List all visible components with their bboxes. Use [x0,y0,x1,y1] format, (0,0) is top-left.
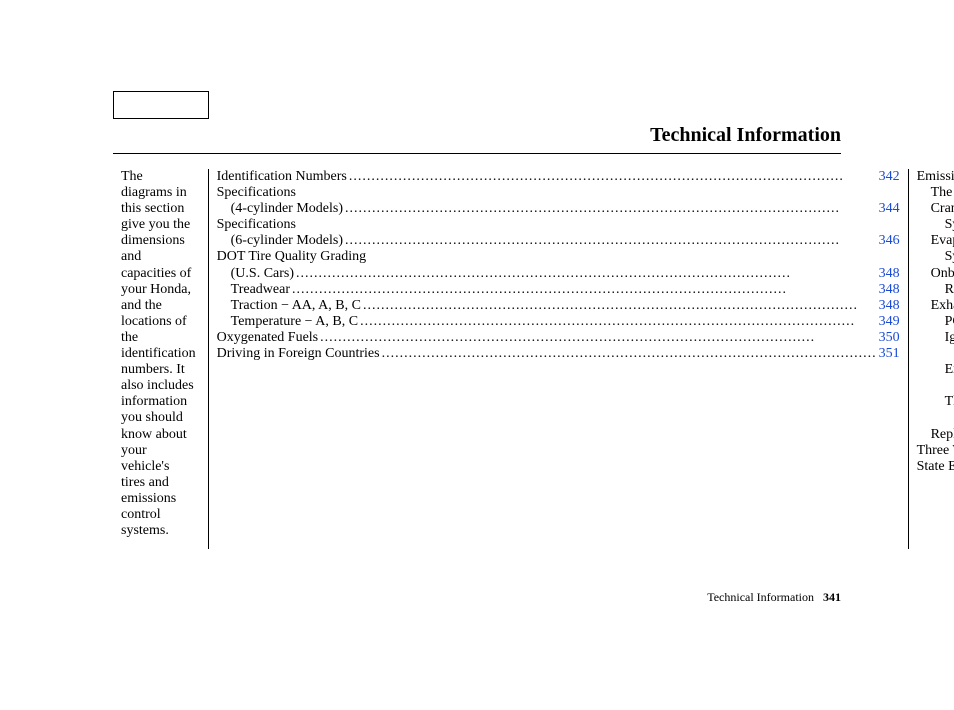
toc-label: Three Way Catalytic Converter [917,443,954,459]
toc-page-link[interactable]: 348 [879,282,900,298]
toc-label: Three Way Catalytic [917,394,954,410]
col-toc-1: Identification Numbers342Specifications(… [208,169,909,549]
toc-label: Oxygenated Fuels [217,330,318,346]
toc-entry: Traction − AA, A, B, C 348 [217,298,900,314]
toc-entry: (6-cylinder Models) 346 [217,233,900,249]
toc-label: PGM-FI System [917,314,954,330]
page-footer: Technical Information 341 [707,590,841,605]
toc-label: (EGR) System [917,378,954,394]
toc-entry: Oxygenated Fuels 350 [217,330,900,346]
toc-entry: State Emissions Testing355 [917,459,954,475]
toc-leader-dots [345,233,877,249]
toc-label: Emissions Controls [917,169,954,185]
toc-page-link[interactable]: 351 [879,346,900,362]
toc-label: Onboard Refueling Vapor [917,266,954,282]
toc-entry: Ignition Timing Control [917,330,954,346]
col-intro: The diagrams in this section give you th… [113,169,208,549]
toc-leader-dots [363,298,877,314]
toc-label: Temperature − A, B, C [217,314,358,330]
toc-leader-dots [292,282,877,298]
toc-page-link[interactable]: 350 [879,330,900,346]
toc-leader-dots [296,266,877,282]
toc-entry: (4-cylinder Models) 344 [217,201,900,217]
intro-paragraph: The diagrams in this section give you th… [121,169,200,539]
toc-entry: Temperature − A, B, C 349 [217,314,900,330]
toc-entry: Three Way Catalytic Converter354 [917,443,954,459]
toc-entry: Evaporative Emissions Control [917,233,954,249]
toc-entry: Specifications [217,217,900,233]
toc-entry: PGM-FI System353 [917,314,954,330]
toc-entry: DOT Tire Quality Grading [217,249,900,265]
toc-label: Crankcase Emissions Control [917,201,954,217]
toc-entry: Exhaust Emissions Controls353 [917,298,954,314]
toc-label: Specifications [217,185,296,201]
toc-entry: System352 [917,249,954,265]
toc-label: The Clean Air Act [917,185,954,201]
toc-entry: (EGR) System353 [917,378,954,394]
toc-label: Identification Numbers [217,169,347,185]
toc-entry: Recovery352 [917,282,954,298]
toc-page-link[interactable]: 346 [879,233,900,249]
toc-label: System [917,217,954,233]
toc-page-link[interactable]: 342 [879,169,900,185]
toc-entry: Specifications [217,185,900,201]
toc-entry: Driving in Foreign Countries 351 [217,346,900,362]
toc-label: Specifications [217,217,296,233]
toc-entry: Onboard Refueling Vapor [917,266,954,282]
toc-label: Driving in Foreign Countries [217,346,380,362]
toc-label: Evaporative Emissions Control [917,233,954,249]
toc-leader-dots [345,201,877,217]
toc-label: Traction − AA, A, B, C [217,298,361,314]
toc-entry: (U.S. Cars) 348 [217,266,900,282]
toc-label: State Emissions Testing [917,459,954,475]
toc-leader-dots [320,330,876,346]
decorative-box [113,91,209,119]
toc-entry: Crankcase Emissions Control [917,201,954,217]
toc-label: DOT Tire Quality Grading [217,249,366,265]
toc-page-link[interactable]: 348 [879,298,900,314]
toc-label: Replacement Parts [917,427,954,443]
toc-label: Exhaust Gas Recirculation [917,362,954,378]
toc-entry: Identification Numbers 342 [217,169,900,185]
toc-entry: Three Way Catalytic [917,394,954,410]
toc-entry: System353 [917,346,954,362]
toc-page-link[interactable]: 349 [879,314,900,330]
toc-leader-dots [349,169,877,185]
toc-entry: Emissions Controls352 [917,169,954,185]
footer-page-number: 341 [823,590,841,604]
toc-entry: Exhaust Gas Recirculation [917,362,954,378]
toc-leader-dots [360,314,876,330]
footer-section: Technical Information [707,590,814,604]
toc-entry: The Clean Air Act352 [917,185,954,201]
toc-entry: Converter353 [917,410,954,426]
toc-label: Recovery [917,282,954,298]
toc-entry: Replacement Parts353 [917,427,954,443]
toc-leader-dots [382,346,877,362]
toc-label: Ignition Timing Control [917,330,954,346]
toc-label: Treadwear [217,282,290,298]
content-columns: The diagrams in this section give you th… [113,169,841,549]
toc-label: (U.S. Cars) [217,266,294,282]
toc-entry: System352 [917,217,954,233]
toc-label: System [917,249,954,265]
col-toc-2: Emissions Controls352The Clean Air Act35… [909,169,954,549]
page-title: Technical Information [113,124,841,154]
toc-entry: Treadwear 348 [217,282,900,298]
toc-label: (4-cylinder Models) [217,201,343,217]
toc-label: (6-cylinder Models) [217,233,343,249]
toc-label: Converter [917,410,954,426]
toc-page-link[interactable]: 344 [879,201,900,217]
toc-label: System [917,346,954,362]
toc-label: Exhaust Emissions Controls [917,298,954,314]
toc-page-link[interactable]: 348 [879,266,900,282]
